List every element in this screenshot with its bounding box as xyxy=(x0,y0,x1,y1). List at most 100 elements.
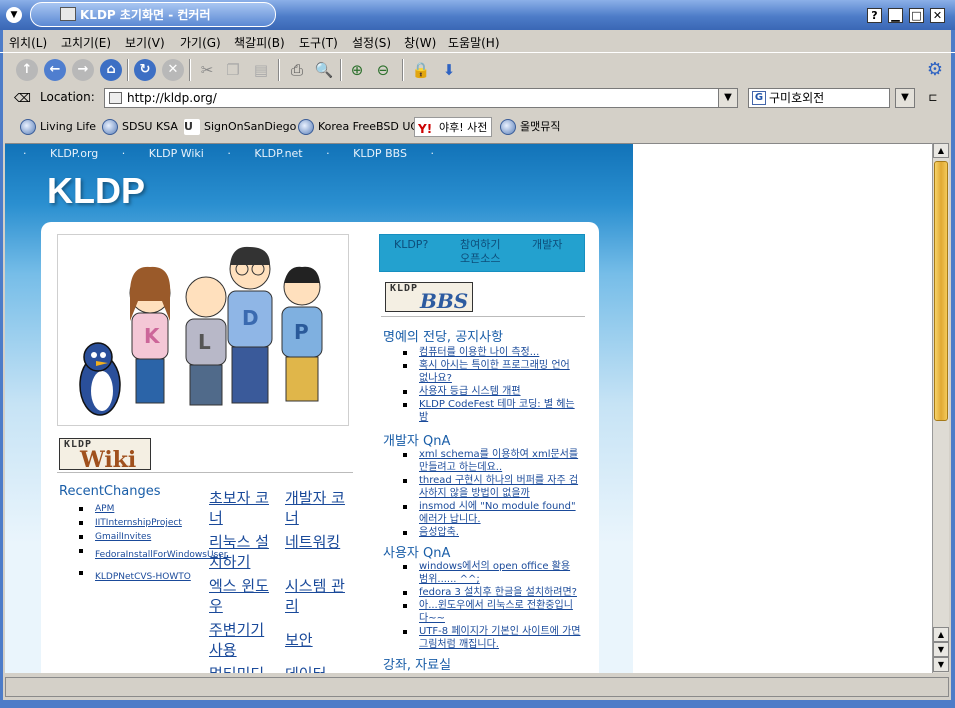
globe-icon xyxy=(102,119,118,135)
bbs-logo-top-text: KLDP xyxy=(390,283,419,294)
menu-window[interactable]: 창(W) xyxy=(404,34,436,51)
go-icon[interactable]: ⊏ xyxy=(925,87,941,109)
up-icon[interactable]: ↑ xyxy=(16,59,38,81)
category-link[interactable]: 주변기기 사용 xyxy=(209,620,281,660)
menu-edit[interactable]: 고치기(E) xyxy=(61,34,111,51)
menu-view[interactable]: 보기(V) xyxy=(125,34,165,51)
web-viewport[interactable]: · KLDP.org · KLDP Wiki · KLDP.net · KLDP… xyxy=(5,143,932,673)
url-history-dropdown[interactable]: ▼ xyxy=(718,88,738,108)
forward-icon[interactable]: → xyxy=(72,59,94,81)
main-content-box: K L D P KLDP Wiki RecentChanges APM IITI… xyxy=(41,222,599,673)
bookmark-label: Living Life xyxy=(40,120,97,133)
kldp-wiki-logo[interactable]: KLDP Wiki xyxy=(59,438,151,473)
scroll-down-button-lower[interactable]: ▼ xyxy=(933,657,949,672)
menu-go[interactable]: 가기(G) xyxy=(180,34,221,51)
copy-icon[interactable]: ❐ xyxy=(222,59,244,81)
category-link[interactable]: 네트워킹 xyxy=(285,532,345,552)
category-link[interactable]: 데이터 xyxy=(285,664,345,673)
post-link[interactable]: 사용자 등급 시스템 개편 xyxy=(401,385,581,398)
bookmark-signonsandiego[interactable]: U SignOnSanDiego xyxy=(182,117,296,137)
category-link[interactable]: 시스템 관리 xyxy=(285,576,345,616)
bookmark-label: SignOnSanDiego xyxy=(204,120,297,133)
section-heading-notice[interactable]: 명예의 전당, 공지사항 xyxy=(383,326,503,345)
tab-kldp[interactable]: KLDP? xyxy=(394,238,428,252)
zoom-in-icon[interactable]: ⊕ xyxy=(346,59,368,81)
scroll-down-button[interactable]: ▼ xyxy=(933,642,949,657)
window-menu-icon[interactable]: ▼ xyxy=(6,7,22,23)
print-icon[interactable]: ⎙ xyxy=(286,59,308,81)
title-bar[interactable]: ▼ KLDP 초기화면 - 컨커러 ? ▁ □ ✕ xyxy=(0,0,955,30)
google-search-icon[interactable]: G xyxy=(752,91,766,105)
zoom-out-icon[interactable]: ⊖ xyxy=(372,59,394,81)
post-link[interactable]: UTF-8 페이지가 기본인 사이트에 가면 그림처럼 깨집니다. xyxy=(401,625,581,651)
kldp-logo[interactable]: KLDP xyxy=(47,170,145,212)
cut-icon[interactable]: ✂ xyxy=(196,59,218,81)
lock-icon[interactable]: 🔒 xyxy=(410,59,432,81)
post-link[interactable]: 혹시 아시는 특이한 프로그래밍 언어 없나요? xyxy=(401,359,581,385)
post-link[interactable]: xml schema를 이용하여 xml문서를 만들려고 하는데요.. xyxy=(401,448,581,474)
stop-icon[interactable]: ✕ xyxy=(162,59,184,81)
url-input[interactable]: http://kldp.org/ xyxy=(104,88,720,108)
post-link[interactable]: windows에서의 open office 활용 범위...... ^^; xyxy=(401,560,581,586)
section-heading-user-qna[interactable]: 사용자 QnA xyxy=(383,542,450,561)
minimize-button[interactable]: ▁ xyxy=(888,8,903,23)
menu-location[interactable]: 위치(L) xyxy=(9,34,47,51)
bookmark-korea-freebsd-ug[interactable]: Korea FreeBSD UG xyxy=(296,117,419,137)
close-button[interactable]: ✕ xyxy=(930,8,945,23)
menu-tools[interactable]: 도구(T) xyxy=(299,34,338,51)
search-engine-dropdown[interactable]: ▼ xyxy=(895,88,915,108)
window-frame-bottom[interactable] xyxy=(0,700,955,708)
post-link[interactable]: fedora 3 설치후 한글을 설치하려면? xyxy=(401,586,581,599)
bookmark-sdsu-ksa[interactable]: SDSU KSA xyxy=(100,117,178,137)
vertical-scrollbar[interactable]: ▲ ▲ ▼ ▼ xyxy=(932,143,949,673)
settings-gear-icon[interactable]: ⚙ xyxy=(924,59,946,81)
menu-bar: 위치(L) 고치기(E) 보기(V) 가기(G) 책갈피(B) 도구(T) 설정… xyxy=(0,30,955,52)
konqueror-app-icon xyxy=(60,7,76,21)
kldp-bbs-logo[interactable]: KLDP BBS xyxy=(385,282,473,313)
tab-participate[interactable]: 참여하기 xyxy=(460,238,500,252)
post-link[interactable]: thread 구현시 하나의 버퍼를 자주 검사하지 않을 방법이 없을까 xyxy=(401,474,581,500)
tab-opensource[interactable]: 오픈소스 xyxy=(460,252,500,266)
category-link[interactable]: 엑스 윈도우 xyxy=(209,576,281,616)
menu-settings[interactable]: 설정(S) xyxy=(352,34,391,51)
clear-location-icon[interactable]: ⌫ xyxy=(14,87,31,109)
post-link[interactable]: 컴퓨터를 이용한 나이 측정... xyxy=(401,346,581,359)
nav-link-kldp-net[interactable]: KLDP.net xyxy=(254,147,302,160)
recent-changes-heading[interactable]: RecentChanges xyxy=(59,484,160,499)
scroll-thumb[interactable] xyxy=(934,161,948,421)
maximize-button[interactable]: □ xyxy=(909,8,924,23)
home-icon[interactable]: ⌂ xyxy=(100,59,122,81)
reload-icon[interactable]: ↻ xyxy=(134,59,156,81)
nav-link-kldp-wiki[interactable]: KLDP Wiki xyxy=(149,147,204,160)
menu-help[interactable]: 도움말(H) xyxy=(448,34,500,51)
post-link[interactable]: KLDP CodeFest 테마 코딩: 별 헤는 밤 xyxy=(401,398,581,424)
section-heading-dev-qna[interactable]: 개발자 QnA xyxy=(383,430,450,449)
bookmark-label: 올맷뮤직 xyxy=(520,120,561,133)
url-value: http://kldp.org/ xyxy=(127,91,217,105)
category-link[interactable]: 멀티미디 xyxy=(209,664,281,673)
menu-bookmarks[interactable]: 책갈피(B) xyxy=(234,34,285,51)
post-link[interactable]: insmod 시에 "No module found" 에러가 납니다. xyxy=(401,500,581,526)
find-icon[interactable]: 🔍 xyxy=(313,59,335,81)
paste-icon[interactable]: ▤ xyxy=(250,59,272,81)
tab-developer[interactable]: 개발자 xyxy=(532,238,562,252)
scroll-up-button[interactable]: ▲ xyxy=(933,143,949,158)
nav-link-kldp-org[interactable]: KLDP.org xyxy=(50,147,98,160)
bookmark-living-life[interactable]: Living Life xyxy=(18,117,96,137)
category-link[interactable]: 리눅스 설치하기 xyxy=(209,532,281,572)
category-link[interactable]: 보안 xyxy=(285,630,345,650)
section-heading-tutorials[interactable]: 강좌, 자료실 xyxy=(383,654,451,673)
post-link[interactable]: 음성압축. xyxy=(401,526,581,539)
category-link[interactable]: 초보자 코너 xyxy=(209,488,281,528)
back-icon[interactable]: ← xyxy=(44,59,66,81)
search-input[interactable]: G 구미호외전 xyxy=(748,88,890,108)
nav-link-kldp-bbs[interactable]: KLDP BBS xyxy=(353,147,407,160)
download-icon[interactable]: ⬇ xyxy=(438,59,460,81)
post-link[interactable]: 아...윈도우에서 리눅스로 전환중입니다~~ xyxy=(401,599,581,625)
category-link[interactable]: 개발자 코너 xyxy=(285,488,345,528)
bookmark-yahoo-dictionary[interactable]: Y! 야후! 사전 xyxy=(414,117,493,137)
help-button[interactable]: ? xyxy=(867,8,882,23)
yahoo-logo-icon: Y! xyxy=(418,122,433,136)
bookmark-allmusic[interactable]: 올맷뮤직 xyxy=(498,117,560,137)
scroll-up-button-lower[interactable]: ▲ xyxy=(933,627,949,642)
